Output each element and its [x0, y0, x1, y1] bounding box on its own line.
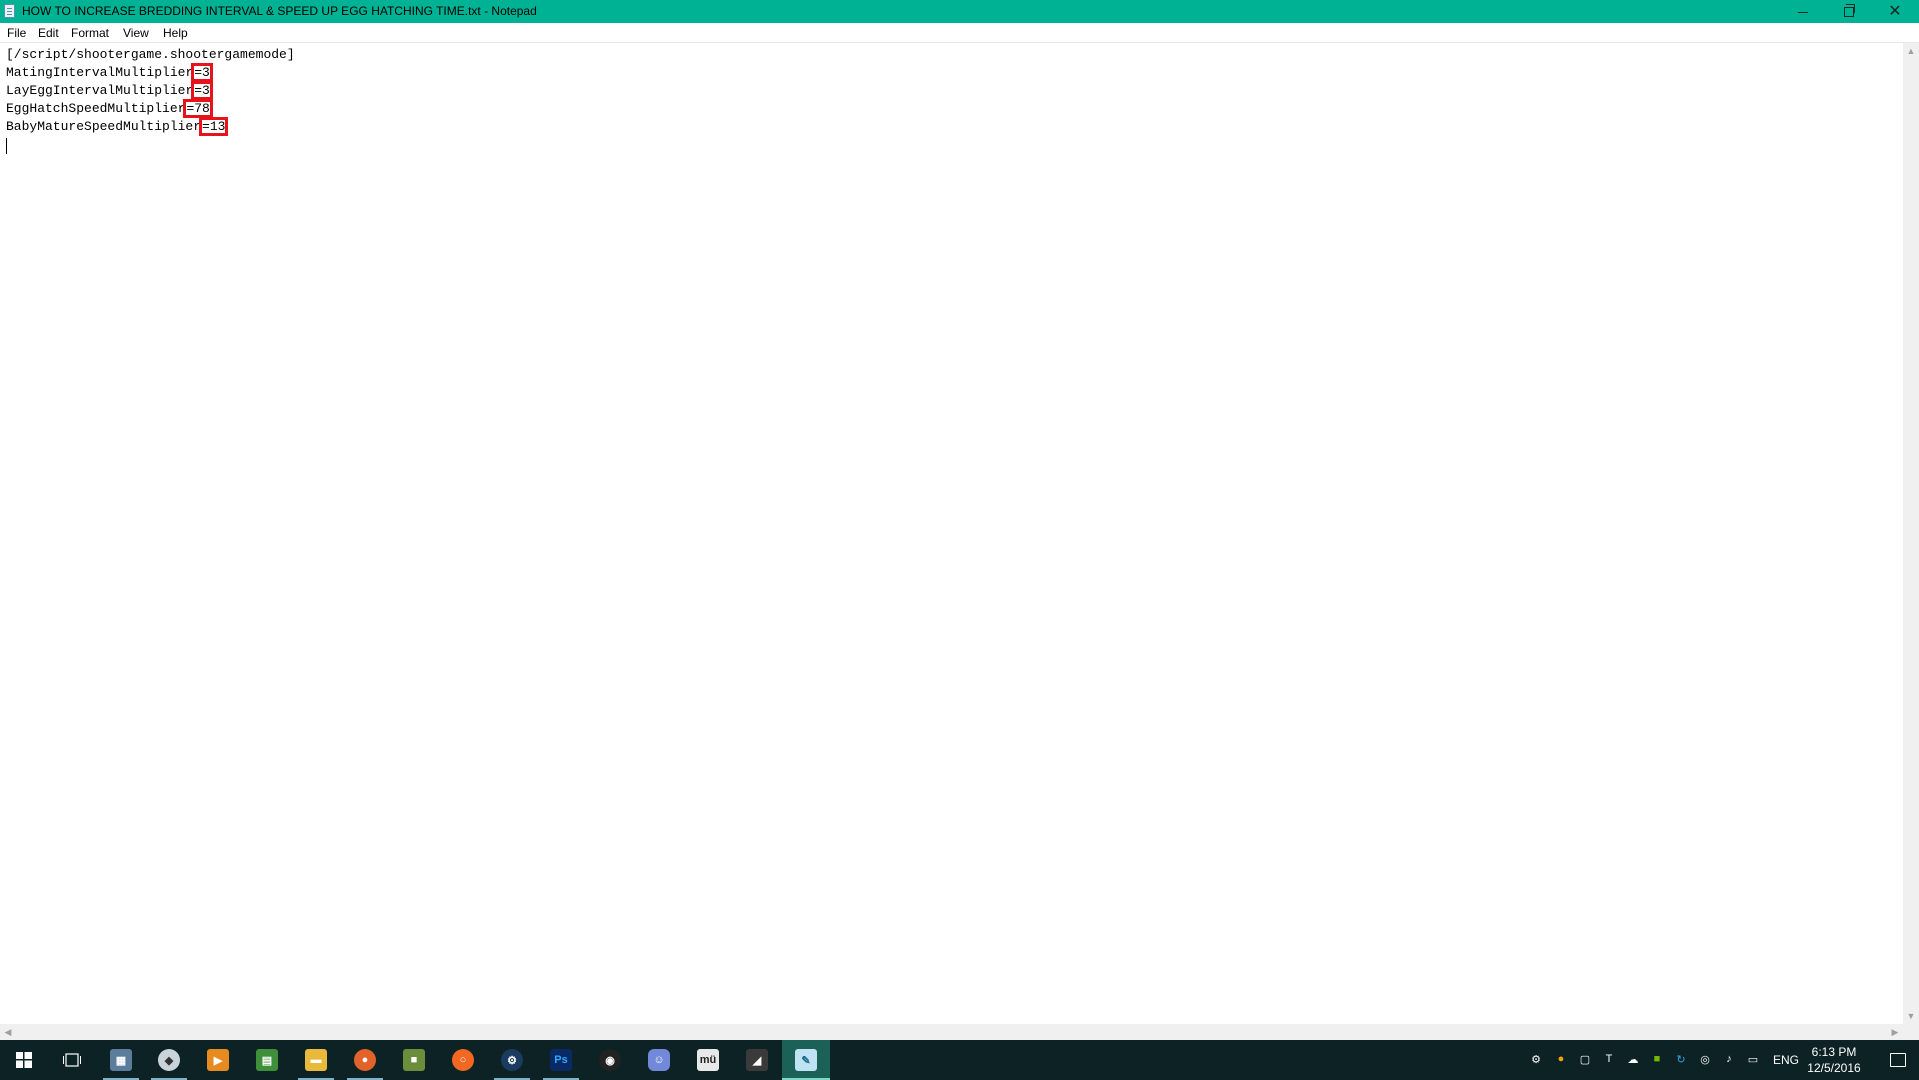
close-icon: ✕ — [1888, 2, 1902, 20]
restore-button[interactable] — [1826, 0, 1872, 23]
task-view-icon — [63, 1053, 81, 1067]
menu-bar: File Edit Format View Help — [0, 23, 1919, 43]
text-caret — [6, 138, 7, 154]
minecraft-icon: ■ — [403, 1049, 425, 1071]
close-button[interactable]: ✕ — [1872, 0, 1918, 23]
tools-tray-icon[interactable]: T — [1602, 1052, 1616, 1066]
window-title: HOW TO INCREASE BREDDING INTERVAL & SPEE… — [22, 4, 537, 18]
system-clock[interactable]: 6:13 PM 12/5/2016 — [1800, 1044, 1868, 1076]
text-line: EggHatchSpeedMultiplier=78 — [6, 99, 213, 118]
scroll-up-icon[interactable]: ▲ — [1903, 43, 1919, 59]
discord-icon: ☺ — [648, 1049, 670, 1071]
steam-icon: ⚙ — [501, 1049, 523, 1071]
taskbar-app[interactable]: ▦ — [97, 1040, 145, 1080]
menu-file[interactable]: File — [7, 26, 26, 40]
text-editor[interactable]: [/script/shootergame.shootergamemode] Ma… — [0, 43, 1903, 1043]
clock-time: 6:13 PM — [1811, 1045, 1857, 1059]
text-line: [/script/shootergame.shootergamemode] — [6, 46, 295, 64]
menu-edit[interactable]: Edit — [38, 26, 59, 40]
setting-key: MatingIntervalMultiplier — [6, 65, 194, 80]
highlighted-value: =78 — [183, 99, 213, 118]
highlighted-value: =3 — [191, 63, 213, 82]
display-tray-icon[interactable]: ▭ — [1746, 1052, 1760, 1066]
minimize-button[interactable] — [1780, 0, 1826, 23]
firefox-icon: ● — [354, 1049, 376, 1071]
taskbar-app[interactable]: ◢ — [733, 1040, 781, 1080]
start-button[interactable] — [0, 1040, 48, 1080]
photoshop-icon: Ps — [550, 1049, 572, 1071]
taskbar-app[interactable]: mü — [684, 1040, 732, 1080]
section-header-text: [/script/shootergame.shootergamemode] — [6, 47, 295, 62]
scroll-down-icon[interactable]: ▼ — [1903, 1008, 1919, 1024]
menu-view[interactable]: View — [123, 26, 149, 40]
text-line: MatingIntervalMultiplier=3 — [6, 63, 213, 82]
volume-icon[interactable]: ♪ — [1722, 1052, 1736, 1066]
update-tray-icon[interactable]: ● — [1554, 1052, 1568, 1066]
menu-format[interactable]: Format — [71, 26, 109, 40]
scroll-left-icon[interactable]: ◀ — [0, 1024, 16, 1040]
setting-key: LayEggIntervalMultiplier — [6, 83, 194, 98]
scroll-right-icon[interactable]: ▶ — [1887, 1024, 1903, 1040]
taskbar-app[interactable]: ▤ — [243, 1040, 291, 1080]
notification-icon — [1889, 1053, 1906, 1067]
media-player-icon: ▶ — [207, 1049, 229, 1071]
minimize-icon — [1798, 12, 1808, 13]
notepad-icon: ✎ — [795, 1049, 817, 1071]
taskbar-app[interactable]: ⚙ — [488, 1040, 536, 1080]
title-bar: HOW TO INCREASE BREDDING INTERVAL & SPEE… — [0, 0, 1919, 23]
taskbar-app[interactable]: ▬ — [292, 1040, 340, 1080]
taskbar-app[interactable]: ◆ — [145, 1040, 193, 1080]
setting-key: BabyMatureSpeedMultiplier — [6, 119, 202, 134]
taskbar-app[interactable]: Ps — [537, 1040, 585, 1080]
text-line: LayEggIntervalMultiplier=3 — [6, 81, 213, 100]
text-line: BabyMatureSpeedMultiplier=13 — [6, 117, 229, 136]
taskbar-app[interactable]: ☺ — [635, 1040, 683, 1080]
language-indicator[interactable]: ENG — [1773, 1053, 1799, 1067]
restore-icon — [1844, 3, 1855, 17]
obs-icon: ◉ — [599, 1049, 621, 1071]
file-explorer-icon: ▬ — [305, 1049, 327, 1071]
origin-icon: ○ — [452, 1049, 474, 1071]
setting-key: EggHatchSpeedMultiplier — [6, 101, 186, 116]
taskbar-app[interactable]: ● — [341, 1040, 389, 1080]
clock-date: 12/5/2016 — [1807, 1061, 1861, 1075]
onedrive-icon[interactable]: ☁ — [1626, 1052, 1640, 1066]
task-view-button[interactable] — [48, 1040, 96, 1080]
taskbar-app-notepad[interactable]: ✎ — [782, 1040, 830, 1080]
taskbar-app[interactable]: ■ — [390, 1040, 438, 1080]
start-icon — [16, 1052, 32, 1068]
taskbar-app[interactable]: ◉ — [586, 1040, 634, 1080]
vertical-scrollbar[interactable]: ▲ ▼ — [1903, 43, 1919, 1024]
network-icon[interactable]: ◎ — [1698, 1052, 1712, 1066]
notepad-app-icon[interactable] — [4, 4, 15, 18]
mu-app-icon: mü — [697, 1049, 719, 1071]
nvidia-tray-icon[interactable]: ■ — [1650, 1052, 1664, 1066]
taskbar-app[interactable]: ▶ — [194, 1040, 242, 1080]
highlighted-value: =13 — [199, 117, 229, 136]
taskbar: ▦ ◆ ▶ ▤ ▬ ● ■ ○ ⚙ Ps ◉ ☺ mü ◢ ✎ ⚙ ● ▢ T … — [0, 1040, 1919, 1080]
horizontal-scrollbar[interactable]: ◀ ▶ — [0, 1024, 1903, 1040]
scrollbar-corner — [1903, 1024, 1919, 1040]
menu-help[interactable]: Help — [163, 26, 188, 40]
action-center-button[interactable] — [1876, 1040, 1919, 1080]
taskbar-app[interactable]: ○ — [439, 1040, 487, 1080]
highlighted-value: =3 — [191, 81, 213, 100]
shield-app-icon: ◆ — [158, 1049, 180, 1071]
photos-app-icon: ▦ — [110, 1049, 132, 1071]
steam-tray-icon[interactable]: ⚙ — [1529, 1052, 1543, 1066]
spreadsheet-app-icon: ▤ — [256, 1049, 278, 1071]
app-tray-icon[interactable]: ▢ — [1578, 1052, 1592, 1066]
game-app-icon: ◢ — [746, 1049, 768, 1071]
sync-tray-icon[interactable]: ↻ — [1674, 1052, 1688, 1066]
